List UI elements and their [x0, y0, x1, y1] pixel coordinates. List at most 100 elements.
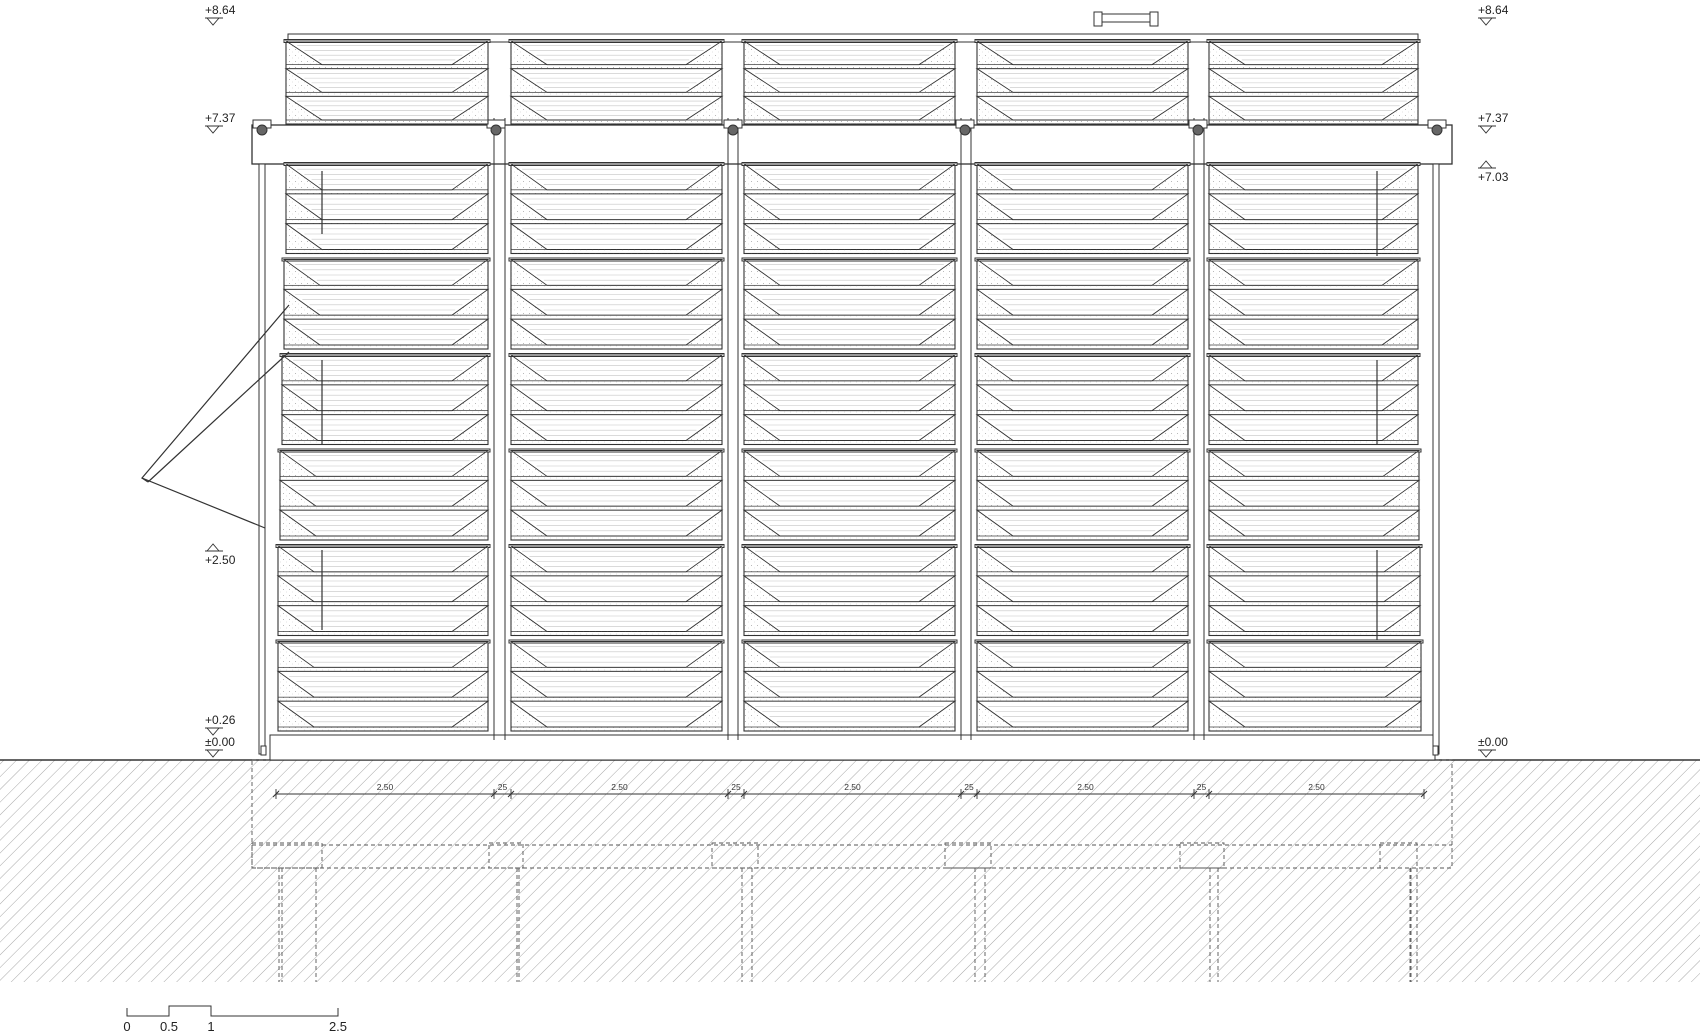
- box-outline: [510, 258, 723, 350]
- box-ledge: [743, 505, 956, 511]
- box-ledge: [510, 666, 723, 672]
- planter-box: [741, 544, 958, 637]
- facade: [141, 11, 1453, 761]
- box-outline: [1208, 163, 1419, 255]
- level-triangle: [206, 17, 220, 26]
- box-ledge: [1208, 535, 1420, 541]
- box-outline: [279, 449, 489, 541]
- box-ledge: [1208, 314, 1419, 320]
- planter-box: [741, 639, 958, 732]
- planter-box: [277, 448, 491, 541]
- box-outline: [1208, 354, 1419, 446]
- level-label: +8.64: [205, 3, 236, 17]
- box-ledge: [277, 666, 489, 672]
- box-ledge: [976, 535, 1189, 541]
- box-ledge: [743, 631, 956, 636]
- box-outline: [743, 449, 956, 541]
- box-ledge: [976, 219, 1189, 225]
- box-ledge: [976, 440, 1189, 445]
- dimension-label: 2.50: [1077, 782, 1094, 792]
- box-ledge: [743, 119, 956, 125]
- box-ledge: [277, 601, 489, 607]
- box-ledge: [743, 91, 956, 97]
- bolt: [256, 124, 268, 136]
- box-ledge: [510, 314, 723, 320]
- box-ledge: [743, 344, 956, 350]
- right-column: [1432, 163, 1440, 755]
- box-ledge: [976, 666, 1189, 672]
- box-ledge: [510, 64, 723, 70]
- box-ledge: [1208, 119, 1419, 125]
- box-outline: [1208, 258, 1419, 350]
- dimension-label: 25: [964, 782, 974, 792]
- box-ledge: [976, 189, 1189, 195]
- planter-box: [974, 39, 1191, 125]
- scale-tick-label: 1: [207, 1019, 214, 1034]
- box-ledge: [510, 189, 723, 195]
- box-ledge: [1208, 249, 1419, 254]
- box-ledge: [510, 601, 723, 607]
- box-ledge: [285, 219, 489, 225]
- dimension-label: 2.50: [611, 782, 628, 792]
- box-ledge: [510, 475, 723, 481]
- planter-box: [283, 162, 491, 255]
- planter-box: [974, 257, 1191, 350]
- elevation-drawing: +8.64 +8.64 +7.37 +7.37 +7.03 +2.50 +0.26 ±0.00…: [0, 3, 1700, 1034]
- planter-box: [283, 39, 491, 125]
- level-triangle: [1479, 749, 1493, 758]
- box-ledge: [1208, 505, 1420, 511]
- box-ledge: [279, 535, 489, 541]
- box-ledge: [1208, 189, 1419, 195]
- level-triangle: [206, 749, 220, 758]
- planter-box: [741, 162, 958, 255]
- planter-box: [741, 39, 958, 125]
- box-ledge: [976, 505, 1189, 511]
- box-ledge: [510, 726, 723, 732]
- box-outline: [277, 640, 489, 732]
- planter-box: [508, 257, 725, 350]
- level-label: +7.37: [205, 111, 236, 125]
- box-ledge: [743, 219, 956, 225]
- box-ledge: [976, 314, 1189, 320]
- box-ledge: [976, 249, 1189, 254]
- level-label: ±0.00: [205, 735, 235, 749]
- box-ledge: [743, 314, 956, 320]
- box-ledge: [976, 601, 1189, 607]
- planter-box: [275, 544, 491, 637]
- bolt: [1192, 124, 1204, 136]
- box-outline: [743, 640, 956, 732]
- left-column: [258, 163, 266, 755]
- box-outline: [285, 40, 489, 125]
- roof-beam: [251, 124, 1453, 165]
- level-label: +7.37: [1478, 111, 1509, 125]
- box-ledge: [976, 91, 1189, 97]
- dimension-label: 25: [1197, 782, 1207, 792]
- bolt: [490, 124, 502, 136]
- planter-box: [741, 353, 958, 446]
- planter-box: [974, 162, 1191, 255]
- planter-box: [1206, 39, 1421, 125]
- box-outline: [1208, 40, 1419, 125]
- box-ledge: [277, 631, 489, 636]
- box-ledge: [976, 696, 1189, 702]
- column-foot: [1432, 745, 1439, 756]
- box-ledge: [277, 696, 489, 702]
- box-outline: [743, 545, 956, 637]
- scale-tick-label: 2.5: [329, 1019, 347, 1034]
- box-ledge: [510, 535, 723, 541]
- level-triangle: [206, 543, 220, 552]
- box-outline: [510, 640, 723, 732]
- planter-box: [1206, 257, 1421, 350]
- box-outline: [743, 354, 956, 446]
- box-ledge: [1208, 64, 1419, 70]
- planter-box: [974, 448, 1191, 541]
- planter-box: [279, 353, 491, 446]
- box-ledge: [743, 666, 956, 672]
- box-ledge: [1208, 380, 1419, 386]
- box-outline: [510, 449, 723, 541]
- dimension-label: 2.50: [1308, 782, 1325, 792]
- box-outline: [510, 163, 723, 255]
- box-ledge: [281, 440, 489, 445]
- scale-tick-label: 0: [123, 1019, 130, 1034]
- planter-box: [974, 544, 1191, 637]
